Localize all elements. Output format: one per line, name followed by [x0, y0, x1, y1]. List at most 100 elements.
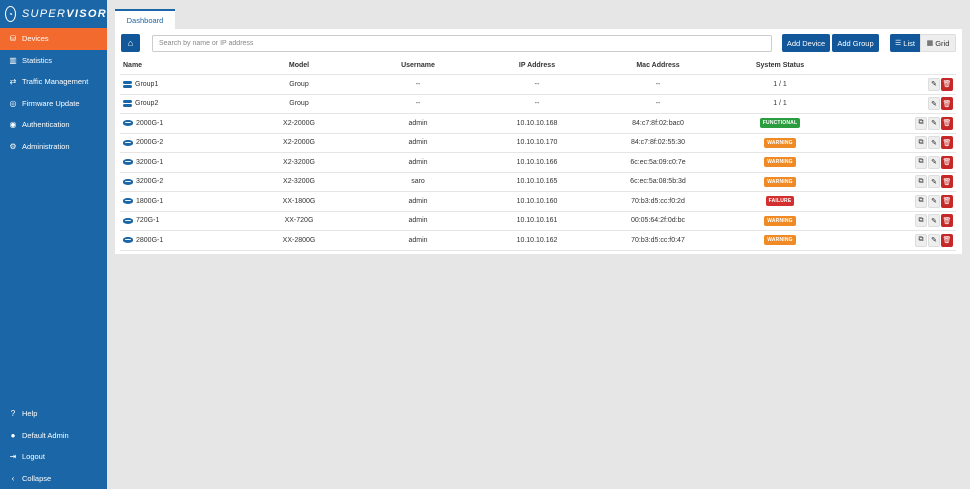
edit-button[interactable]: ✎: [928, 136, 940, 150]
table-row[interactable]: Group1 Group -- -- -- 1 / 1 ✎ 🗑: [120, 75, 956, 95]
sidebar-item-label: Collapse: [22, 473, 52, 483]
pencil-icon: ✎: [931, 178, 937, 186]
cell-username: admin: [408, 119, 428, 127]
delete-button[interactable]: 🗑: [941, 136, 953, 150]
sidebar-item-label: Statistics: [22, 55, 53, 65]
edit-button[interactable]: ✎: [928, 214, 940, 228]
list-view-label: List: [903, 38, 915, 48]
edit-button[interactable]: ✎: [928, 155, 940, 169]
cell-status: WARNING: [730, 231, 830, 250]
sidebar-item-label: Help: [22, 409, 38, 419]
delete-button[interactable]: 🗑: [941, 175, 953, 189]
cell-mac: 70:b3:d5:cc:f0:47: [631, 236, 685, 244]
open-device-button[interactable]: ⧉: [915, 116, 927, 130]
status-badge: FAILURE: [765, 196, 795, 207]
list-view-button[interactable]: ☰ List: [890, 34, 920, 52]
delete-button[interactable]: 🗑: [941, 97, 953, 111]
header-username: Username: [401, 62, 435, 69]
sidebar-item-firmware-update[interactable]: ◎ Firmware Update: [0, 93, 107, 115]
edit-button[interactable]: ✎: [928, 77, 940, 91]
open-device-button[interactable]: ⧉: [915, 175, 927, 189]
cell-model: X2-2000G: [283, 139, 315, 147]
open-device-button[interactable]: ⧉: [915, 136, 927, 150]
search-input[interactable]: [152, 35, 772, 52]
cell-mac: 84:c7:8f:02:55:30: [630, 139, 686, 147]
user-circle-icon: ◉: [9, 120, 17, 130]
table-row[interactable]: 2000G-2 X2-2000G admin 10.10.10.170 84:c7:8f…: [120, 134, 956, 153]
add-device-button[interactable]: Add Device: [782, 34, 830, 52]
cell-model: X2-3200G: [283, 158, 315, 166]
cell-status: WARNING: [730, 134, 830, 153]
row-actions: ✎ 🗑: [928, 95, 953, 114]
cell-name: Group2: [123, 95, 158, 114]
home-button[interactable]: ⌂: [121, 34, 140, 52]
delete-button[interactable]: 🗑: [941, 214, 953, 228]
status-count: 1 / 1: [773, 80, 787, 88]
sidebar-item-default-admin[interactable]: ● Default Admin: [0, 425, 107, 447]
group-icon-top: [123, 80, 132, 84]
sidebar-item-devices[interactable]: ⛁ Devices: [0, 28, 107, 50]
grid-view-button[interactable]: ▦ Grid: [920, 34, 956, 52]
cell-status: FAILURE: [730, 192, 830, 211]
cell-model: XX-2800G: [282, 236, 316, 244]
device-name: Group1: [135, 80, 159, 88]
table-row[interactable]: 720G-1 XX-720G admin 10.10.10.161 00:05:64:2…: [120, 212, 956, 231]
edit-button[interactable]: ✎: [928, 97, 940, 111]
open-device-button[interactable]: ⧉: [915, 155, 927, 169]
open-device-button[interactable]: ⧉: [915, 233, 927, 247]
sidebar-item-help[interactable]: ? Help: [0, 403, 107, 425]
list-icon: ☰: [895, 40, 902, 47]
cell-ip: 10.10.10.162: [516, 236, 558, 244]
cell-model: X2-2000G: [283, 119, 315, 127]
delete-button[interactable]: 🗑: [941, 116, 953, 130]
sidebar-item-label: Traffic Management: [22, 77, 89, 87]
external-link-icon: ⧉: [918, 216, 924, 224]
header-mac: Mac Address: [636, 62, 680, 69]
table-row[interactable]: 2800G-1 XX-2800G admin 10.10.10.162 70:b3:d5…: [120, 231, 956, 251]
cell-name: 2800G-1: [123, 231, 163, 250]
external-link-icon: ⧉: [918, 138, 924, 146]
sidebar-item-administration[interactable]: ⚙ Administration: [0, 136, 107, 158]
table-row[interactable]: 2000G-1 X2-2000G admin 10.10.10.168 84:c7:8f…: [120, 114, 956, 134]
delete-button[interactable]: 🗑: [941, 194, 953, 208]
sidebar-item-authentication[interactable]: ◉ Authentication: [0, 114, 107, 136]
header-model: Model: [288, 62, 310, 69]
add-group-button[interactable]: Add Group: [832, 34, 879, 52]
table-row[interactable]: 1800G-1 XX-1800G admin 10.10.10.160 70:b3:d5…: [120, 192, 956, 212]
router-icon: [123, 139, 133, 146]
trash-icon: 🗑: [942, 81, 952, 89]
table-row[interactable]: 3200G-2 X2-3200G saro 10.10.10.165 6c:ec:5a:…: [120, 173, 956, 192]
cell-username: --: [415, 80, 421, 88]
device-name: 3200G-2: [136, 178, 164, 186]
sidebar-item-collapse[interactable]: ‹ Collapse: [0, 468, 107, 489]
sidebar-item-traffic-management[interactable]: ⇄ Traffic Management: [0, 71, 107, 93]
open-device-button[interactable]: ⧉: [915, 194, 927, 208]
pencil-icon: ✎: [931, 217, 937, 225]
user-icon: ●: [10, 430, 16, 440]
sidebar-item-statistics[interactable]: ▥ Statistics: [0, 50, 107, 72]
external-link-icon: ⧉: [918, 236, 924, 244]
open-device-button[interactable]: ⧉: [915, 214, 927, 228]
edit-button[interactable]: ✎: [928, 116, 940, 130]
delete-button[interactable]: 🗑: [941, 155, 953, 169]
edit-button[interactable]: ✎: [928, 194, 940, 208]
tab-dashboard[interactable]: Dashboard: [115, 9, 175, 29]
cell-ip: 10.10.10.165: [516, 178, 558, 186]
group-icon-bottom: [123, 104, 132, 108]
cell-status: 1 / 1: [730, 95, 830, 114]
edit-button[interactable]: ✎: [928, 233, 940, 247]
trash-icon: 🗑: [942, 237, 952, 245]
table-row[interactable]: 3200G-1 X2-3200G admin 10.10.10.166 6c:ec:5a…: [120, 153, 956, 173]
status-badge: WARNING: [764, 235, 796, 246]
edit-button[interactable]: ✎: [928, 175, 940, 189]
router-icon: [123, 198, 133, 205]
cell-username: admin: [408, 217, 428, 225]
router-icon: [123, 237, 133, 244]
cell-model: Group: [289, 100, 309, 108]
sidebar-item-logout[interactable]: ⇥ Logout: [0, 446, 107, 468]
status-count: 1 / 1: [773, 100, 787, 108]
delete-button[interactable]: 🗑: [941, 77, 953, 91]
table-row[interactable]: Group2 Group -- -- -- 1 / 1 ✎ 🗑: [120, 95, 956, 114]
delete-button[interactable]: 🗑: [941, 233, 953, 247]
trash-icon: 🗑: [942, 100, 952, 108]
